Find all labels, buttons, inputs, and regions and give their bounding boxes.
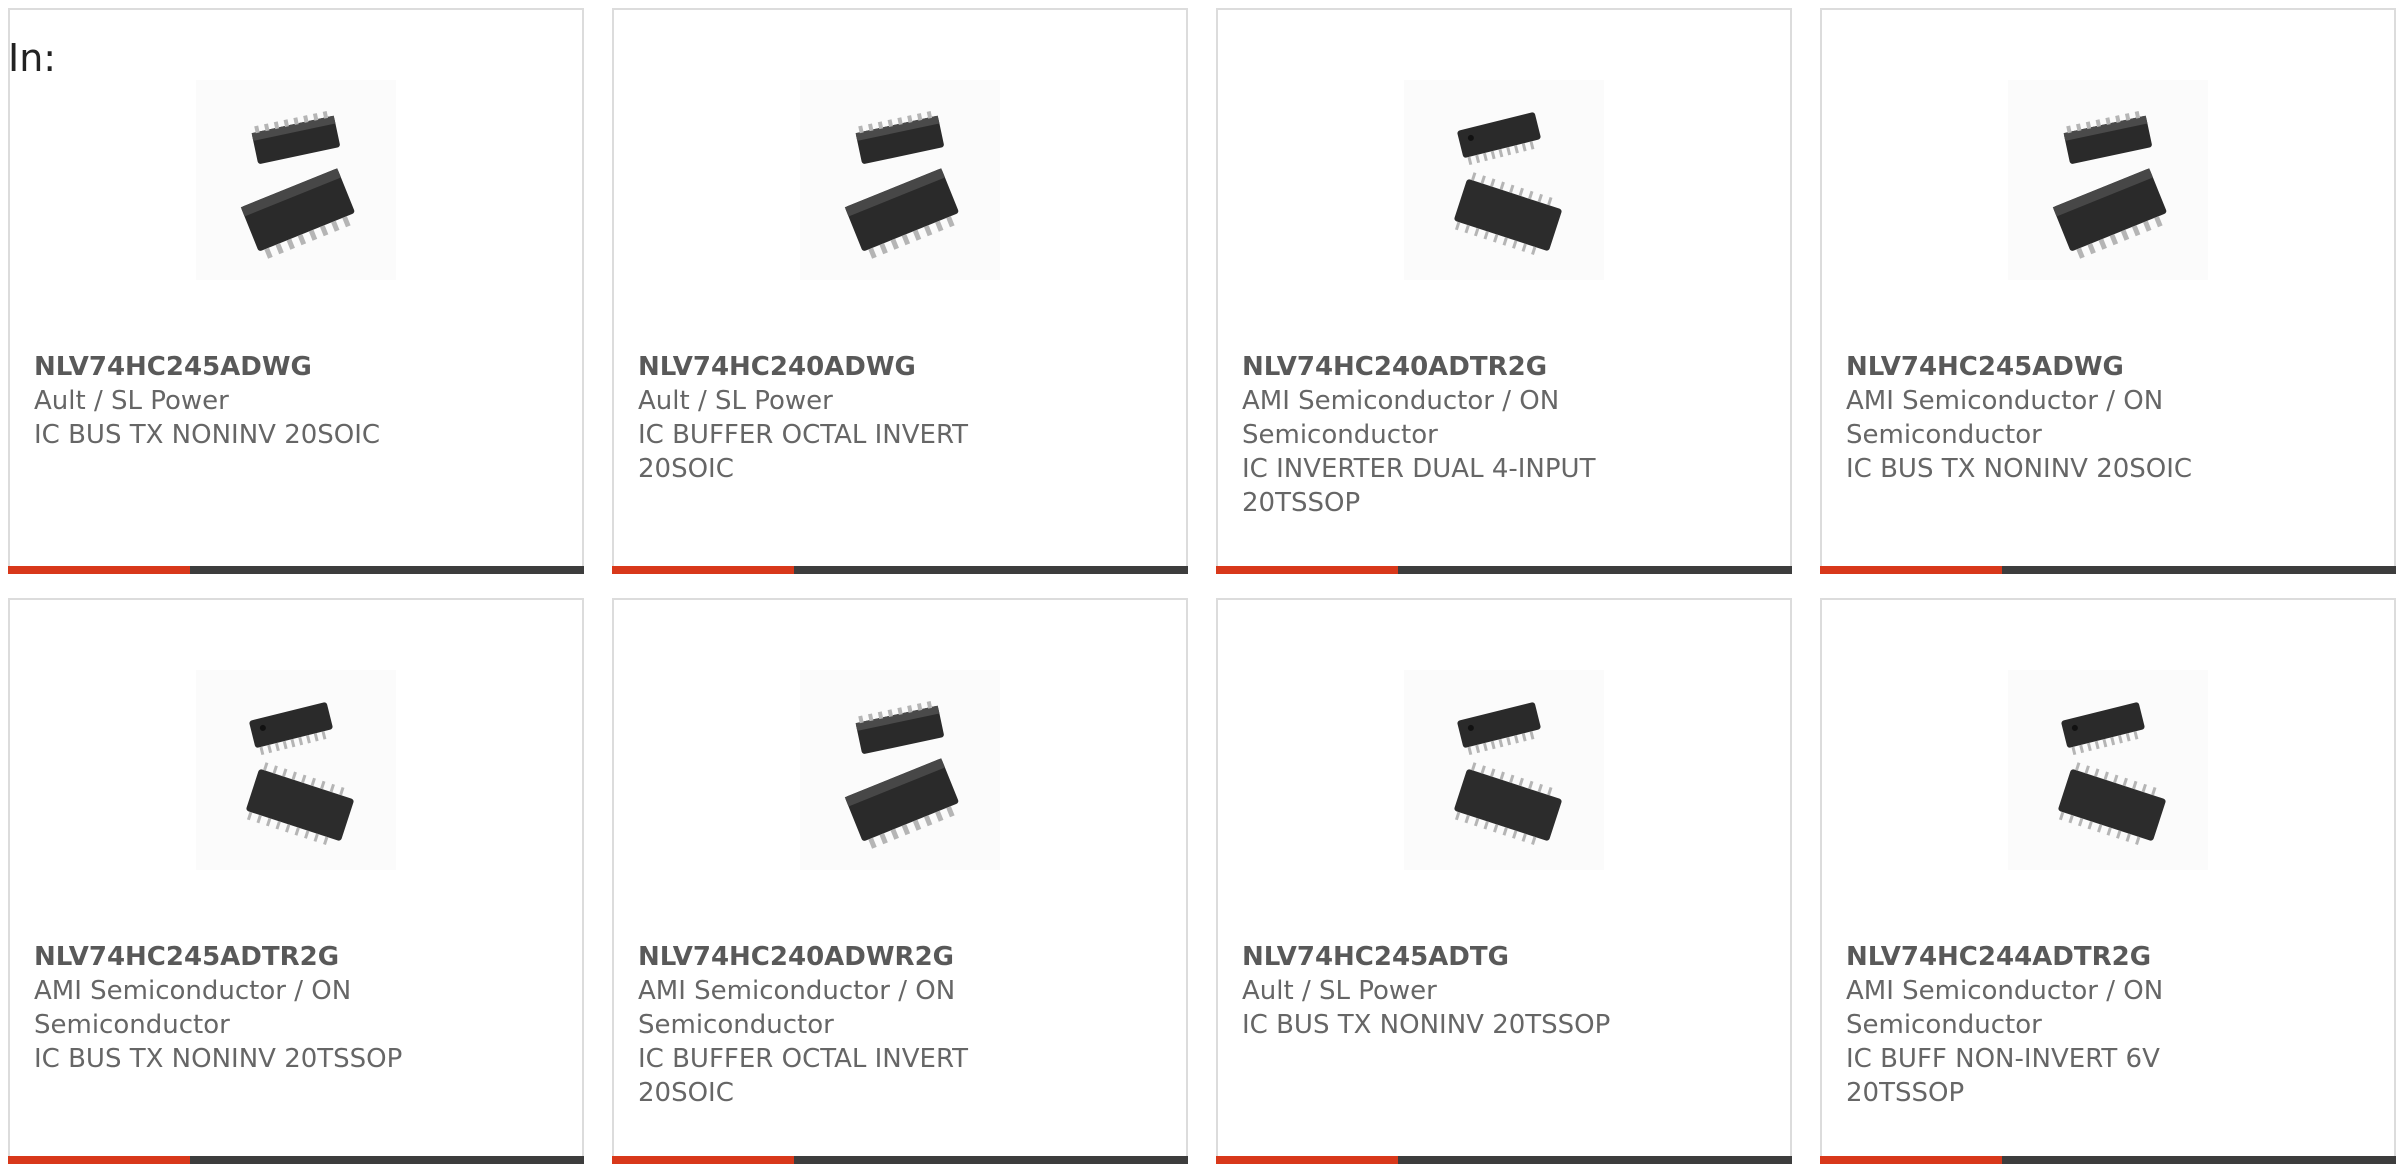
card-bottom-bar <box>8 566 584 574</box>
card-accent <box>1820 566 2002 574</box>
card-accent <box>612 1156 794 1164</box>
product-card[interactable]: NLV74HC240ADWR2G AMI Semiconductor / ON … <box>612 598 1188 1164</box>
card-bottom-bar <box>1820 1156 2396 1164</box>
description: IC BUFFER OCTAL INVERT 20SOIC <box>638 420 969 484</box>
product-card[interactable]: NLV74HC245ADWG AMI Semiconductor / ON Se… <box>1820 8 2396 574</box>
description: IC BUFFER OCTAL INVERT 20SOIC <box>638 1044 969 1108</box>
tssop-chip-icon <box>246 702 354 845</box>
part-number[interactable]: NLV74HC240ADWG <box>638 350 1058 384</box>
product-image[interactable] <box>196 670 396 870</box>
manufacturer: Ault / SL Power <box>638 386 833 416</box>
product-image[interactable] <box>1404 80 1604 280</box>
product-image[interactable] <box>800 80 1000 280</box>
product-image[interactable] <box>2008 670 2208 870</box>
card-bottom-bar <box>8 1156 584 1164</box>
part-number[interactable]: NLV74HC245ADTG <box>1242 940 1662 974</box>
product-image[interactable] <box>1404 670 1604 870</box>
soic-chip-icon <box>844 110 959 259</box>
card-bottom-bar <box>612 1156 1188 1164</box>
description: IC INVERTER DUAL 4-INPUT 20TSSOP <box>1242 454 1596 518</box>
product-card[interactable]: NLV74HC245ADTG Ault / SL Power IC BUS TX… <box>1216 598 1792 1164</box>
manufacturer: Ault / SL Power <box>34 386 229 416</box>
part-number[interactable]: NLV74HC240ADWR2G <box>638 940 1058 974</box>
description: IC BUS TX NONINV 20SOIC <box>1846 454 2193 484</box>
description: IC BUS TX NONINV 20TSSOP <box>34 1044 403 1074</box>
product-card[interactable]: NLV74HC245ADTR2G AMI Semiconductor / ON … <box>8 598 584 1164</box>
card-bottom-bar <box>1216 566 1792 574</box>
part-number[interactable]: NLV74HC240ADTR2G <box>1242 350 1662 384</box>
manufacturer: AMI Semiconductor / ON Semiconductor <box>34 976 352 1040</box>
part-number[interactable]: NLV74HC244ADTR2G <box>1846 940 2266 974</box>
card-accent <box>612 566 794 574</box>
soic-chip-icon <box>844 700 959 849</box>
card-accent <box>8 566 190 574</box>
part-number[interactable]: NLV74HC245ADTR2G <box>34 940 454 974</box>
filter-label: In: <box>8 36 57 80</box>
manufacturer: Ault / SL Power <box>1242 976 1437 1006</box>
manufacturer: AMI Semiconductor / ON Semiconductor <box>1242 386 1560 450</box>
card-accent <box>1216 566 1398 574</box>
product-card[interactable]: NLV74HC240ADTR2G AMI Semiconductor / ON … <box>1216 8 1792 574</box>
description: IC BUFF NON-INVERT 6V 20TSSOP <box>1846 1044 2160 1108</box>
manufacturer: AMI Semiconductor / ON Semiconductor <box>1846 386 2164 450</box>
product-card[interactable]: NLV74HC244ADTR2G AMI Semiconductor / ON … <box>1820 598 2396 1164</box>
soic-chip-icon <box>240 110 355 259</box>
card-bottom-bar <box>612 566 1188 574</box>
description: IC BUS TX NONINV 20SOIC <box>34 420 381 450</box>
product-image[interactable] <box>2008 80 2208 280</box>
card-bottom-bar <box>1820 566 2396 574</box>
description: IC BUS TX NONINV 20TSSOP <box>1242 1010 1611 1040</box>
product-image[interactable] <box>800 670 1000 870</box>
tssop-chip-icon <box>2058 702 2166 845</box>
card-accent <box>1820 1156 2002 1164</box>
manufacturer: AMI Semiconductor / ON Semiconductor <box>638 976 956 1040</box>
tssop-chip-icon <box>1454 112 1562 255</box>
product-grid: NLV74HC245ADWG Ault / SL Power IC BUS TX… <box>8 8 2400 1170</box>
soic-chip-icon <box>2052 110 2167 259</box>
tssop-chip-icon <box>1454 702 1562 845</box>
manufacturer: AMI Semiconductor / ON Semiconductor <box>1846 976 2164 1040</box>
card-accent <box>8 1156 190 1164</box>
product-card[interactable]: NLV74HC240ADWG Ault / SL Power IC BUFFER… <box>612 8 1188 574</box>
product-card[interactable]: NLV74HC245ADWG Ault / SL Power IC BUS TX… <box>8 8 584 574</box>
card-accent <box>1216 1156 1398 1164</box>
card-bottom-bar <box>1216 1156 1792 1164</box>
part-number[interactable]: NLV74HC245ADWG <box>34 350 454 384</box>
part-number[interactable]: NLV74HC245ADWG <box>1846 350 2266 384</box>
product-image[interactable] <box>196 80 396 280</box>
